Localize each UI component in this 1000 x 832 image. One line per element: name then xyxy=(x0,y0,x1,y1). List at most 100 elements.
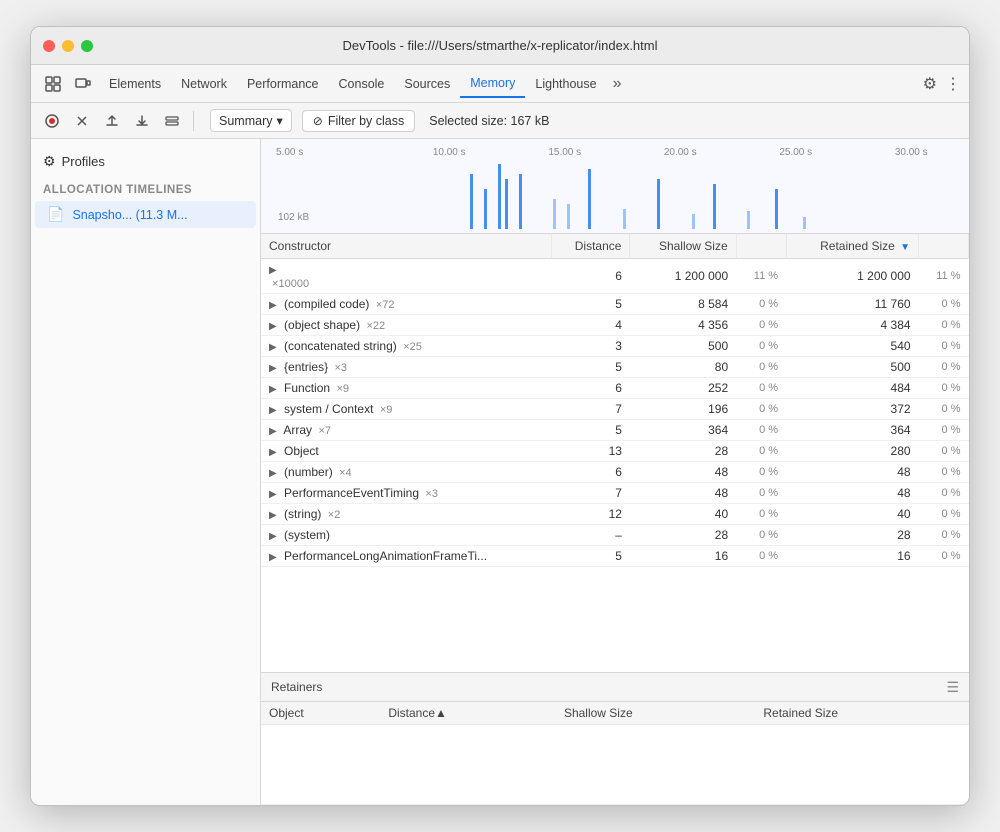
cell-shallow-pct: 0 % xyxy=(736,462,786,483)
ruler-4: 25.00 s xyxy=(738,147,854,158)
cell-retained-pct: 0 % xyxy=(919,315,969,336)
cell-retained: 48 xyxy=(786,483,919,504)
expand-icon[interactable]: ▶ xyxy=(269,531,277,542)
table-row[interactable]: ▶ (number) ×4 6 48 0 % 48 0 % xyxy=(261,462,969,483)
tab-network[interactable]: Network xyxy=(171,71,237,97)
table-row[interactable]: ▶ (object shape) ×22 4 4 356 0 % 4 384 0… xyxy=(261,315,969,336)
constructor-table: Constructor Distance Shallow Size Retain… xyxy=(261,234,969,567)
clear-icon[interactable] xyxy=(69,108,95,134)
ruler-2: 15.00 s xyxy=(507,147,623,158)
more-tabs-icon[interactable]: » xyxy=(607,71,628,97)
expand-icon[interactable]: ▶ xyxy=(269,384,277,395)
retainers-label: Retainers xyxy=(271,680,322,694)
heap-icon[interactable] xyxy=(159,108,185,134)
col-constructor[interactable]: Constructor xyxy=(261,234,551,259)
col-shallow-pct xyxy=(736,234,786,259)
filter-by-class-button[interactable]: ⊘ Filter by class xyxy=(302,110,415,132)
expand-icon[interactable]: ▶ xyxy=(269,363,277,374)
maximize-button[interactable] xyxy=(81,40,93,52)
cell-distance: 6 xyxy=(551,259,630,294)
tab-lighthouse[interactable]: Lighthouse xyxy=(525,71,606,97)
snapshot-label: Snapsho... (11.3 M... xyxy=(72,208,187,222)
retainers-header: Retainers ☰ xyxy=(261,672,969,702)
allocation-timelines-title: Allocation timelines xyxy=(31,176,260,200)
device-icon[interactable] xyxy=(69,70,97,98)
cell-shallow: 364 xyxy=(630,420,736,441)
download-icon[interactable] xyxy=(129,108,155,134)
table-row[interactable]: ▶ PerformanceEventTiming ×3 7 48 0 % 48 … xyxy=(261,483,969,504)
minimize-button[interactable] xyxy=(62,40,74,52)
expand-icon[interactable]: ▶ xyxy=(269,510,277,521)
table-row[interactable]: ▶ (concatenated string) ×25 3 500 0 % 54… xyxy=(261,336,969,357)
expand-icon[interactable]: ▶ xyxy=(269,405,277,416)
tab-performance[interactable]: Performance xyxy=(237,71,329,97)
col-retained-size[interactable]: Retained Size ▼ xyxy=(786,234,919,259)
expand-icon[interactable]: ▶ xyxy=(269,321,277,332)
count-badge: ×72 xyxy=(373,299,395,311)
retainers-menu-icon[interactable]: ☰ xyxy=(946,679,959,696)
record-icon[interactable] xyxy=(39,108,65,134)
ret-col-shallow[interactable]: Shallow Size xyxy=(556,702,755,725)
table-row[interactable]: ▶ (string) ×2 12 40 0 % 40 0 % xyxy=(261,504,969,525)
count-badge: ×7 xyxy=(315,425,331,437)
tab-console[interactable]: Console xyxy=(329,71,395,97)
traffic-lights xyxy=(43,40,93,52)
table-row[interactable]: ▶ PerformanceLongAnimationFrameTi... 5 1… xyxy=(261,546,969,567)
col-shallow-size[interactable]: Shallow Size xyxy=(630,234,736,259)
settings-icon[interactable]: ⚙ xyxy=(923,74,937,94)
more-options-icon[interactable]: ⋮ xyxy=(945,74,961,94)
inspect-icon[interactable] xyxy=(39,70,67,98)
cell-shallow: 1 200 000 xyxy=(630,259,736,294)
cell-shallow: 28 xyxy=(630,441,736,462)
cell-retained: 280 xyxy=(786,441,919,462)
cell-constructor: ▶ {entries} ×3 xyxy=(261,357,551,378)
ret-col-retained[interactable]: Retained Size xyxy=(755,702,969,725)
table-row[interactable]: ▶ (compiled code) ×72 5 8 584 0 % 11 760… xyxy=(261,294,969,315)
table-row[interactable]: ▶ (system) – 28 0 % 28 0 % xyxy=(261,525,969,546)
cell-distance: 7 xyxy=(551,399,630,420)
content-area: 5.00 s 10.00 s 15.00 s 20.00 s 25.00 s 3… xyxy=(261,139,969,805)
expand-icon[interactable]: ▶ xyxy=(269,552,277,563)
cell-shallow: 28 xyxy=(630,525,736,546)
cell-distance: 5 xyxy=(551,357,630,378)
ruler-3: 20.00 s xyxy=(623,147,739,158)
table-row[interactable]: ▶ ×10000 6 1 200 000 11 % 1 200 000 11 % xyxy=(261,259,969,294)
expand-icon[interactable]: ▶ xyxy=(269,447,277,458)
expand-icon[interactable]: ▶ xyxy=(269,489,277,500)
tab-elements[interactable]: Elements xyxy=(99,71,171,97)
constructor-name: {entries} xyxy=(284,360,328,374)
cell-shallow-pct: 0 % xyxy=(736,525,786,546)
expand-icon[interactable]: ▶ xyxy=(269,426,277,437)
cell-constructor: ▶ PerformanceEventTiming ×3 xyxy=(261,483,551,504)
cell-constructor: ▶ ×10000 xyxy=(261,259,551,294)
constructor-name: (string) xyxy=(284,507,321,521)
divider xyxy=(193,111,194,131)
table-row[interactable]: ▶ Function ×9 6 252 0 % 484 0 % xyxy=(261,378,969,399)
table-row[interactable]: ▶ {entries} ×3 5 80 0 % 500 0 % xyxy=(261,357,969,378)
table-row[interactable]: ▶ Array ×7 5 364 0 % 364 0 % xyxy=(261,420,969,441)
cell-shallow-pct: 0 % xyxy=(736,294,786,315)
tab-sources[interactable]: Sources xyxy=(394,71,460,97)
table-row[interactable]: ▶ system / Context ×9 7 196 0 % 372 0 % xyxy=(261,399,969,420)
cell-retained: 40 xyxy=(786,504,919,525)
expand-icon[interactable]: ▶ xyxy=(269,265,277,276)
cell-distance: 12 xyxy=(551,504,630,525)
ret-col-distance[interactable]: Distance▲ xyxy=(380,702,556,725)
summary-dropdown[interactable]: Summary ▾ xyxy=(210,109,292,132)
expand-icon[interactable]: ▶ xyxy=(269,300,277,311)
title-bar: DevTools - file:///Users/stmarthe/x-repl… xyxy=(31,27,969,65)
timeline[interactable]: 5.00 s 10.00 s 15.00 s 20.00 s 25.00 s 3… xyxy=(261,139,969,234)
cell-retained: 372 xyxy=(786,399,919,420)
cell-distance: 4 xyxy=(551,315,630,336)
tab-memory[interactable]: Memory xyxy=(460,70,525,98)
expand-icon[interactable]: ▶ xyxy=(269,468,277,479)
ret-col-object[interactable]: Object xyxy=(261,702,380,725)
snapshot-item[interactable]: 📄 Snapsho... (11.3 M... xyxy=(35,201,256,228)
close-button[interactable] xyxy=(43,40,55,52)
col-distance[interactable]: Distance xyxy=(551,234,630,259)
upload-icon[interactable] xyxy=(99,108,125,134)
table-row[interactable]: ▶ Object 13 28 0 % 280 0 % xyxy=(261,441,969,462)
constructor-table-container[interactable]: Constructor Distance Shallow Size Retain… xyxy=(261,234,969,672)
expand-icon[interactable]: ▶ xyxy=(269,342,277,353)
ret-empty xyxy=(261,725,969,805)
